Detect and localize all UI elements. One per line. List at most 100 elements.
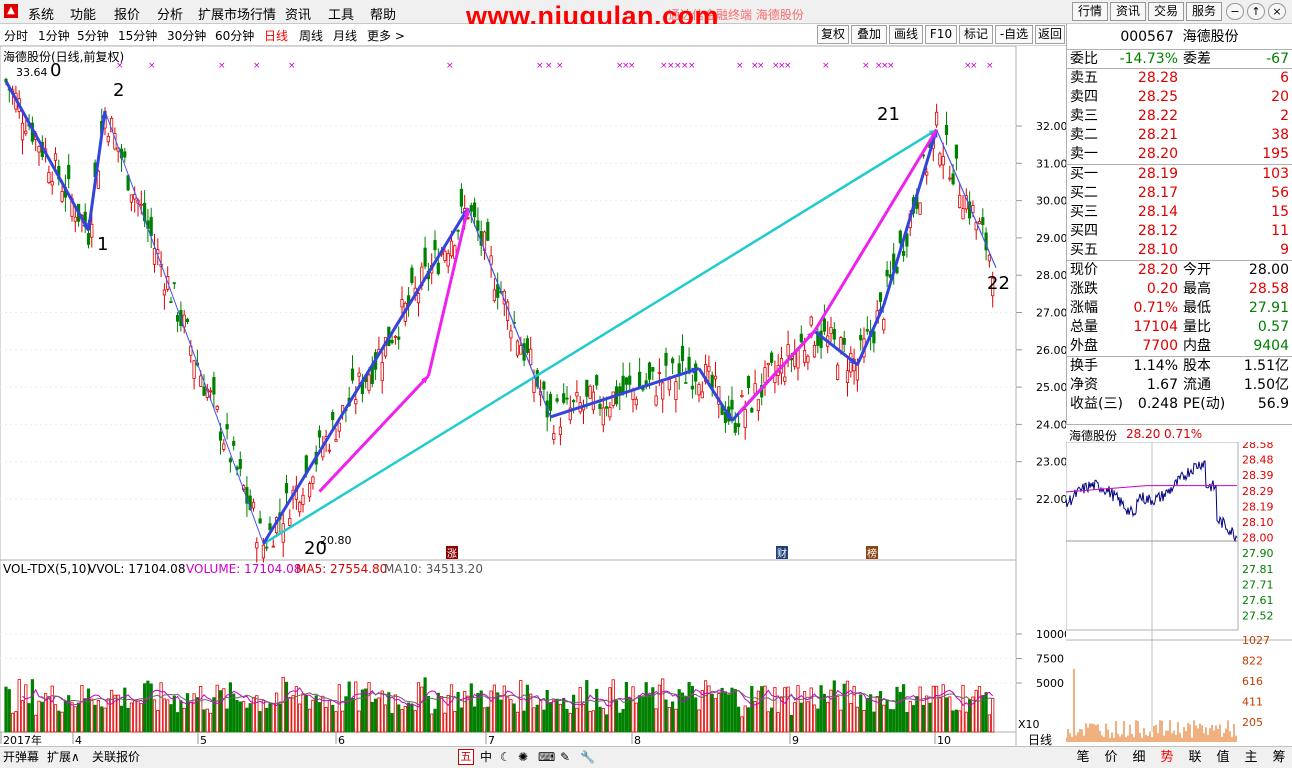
volume-bar [152,699,157,733]
service-button[interactable]: 服务 [1186,2,1222,21]
candle-body [123,151,127,158]
pen-icon[interactable]: ✎ [560,749,570,766]
tab-0[interactable]: 笔 [1070,749,1096,767]
candle-body [859,335,863,341]
related-quote-button[interactable]: 关联报价 [92,749,140,766]
menu-system[interactable]: 系统 [28,4,54,23]
date-axis-label: 10 [937,734,951,746]
volume-bar [720,687,724,733]
market-button[interactable]: 行情 [1072,2,1108,21]
period-5min[interactable]: 5分钟 [77,27,109,44]
volume-bar [30,679,35,733]
period-1min[interactable]: 1分钟 [38,27,70,44]
f10-button[interactable]: F10 [925,25,957,44]
volume-bar [535,704,539,733]
volume-bar [855,706,860,733]
candle-body [199,375,203,387]
tab-7[interactable]: 筹 [1266,749,1292,767]
volume-bar [347,681,351,733]
mark-button[interactable]: 标记 [959,25,993,44]
intraday-mini-chart[interactable]: 28.58 28.48 28.39 28.29 28.19 28.10 28.00 27.90… [1066,442,1292,744]
volume-bar [717,693,721,733]
volume-bar [631,686,635,733]
menu-info[interactable]: 资讯 [285,4,311,23]
candle-body [172,282,176,285]
candle-body [611,391,615,406]
tab-3[interactable]: 势 [1154,749,1180,767]
tab-5[interactable]: 值 [1210,749,1236,767]
volume-bar [430,713,434,733]
overlay-button[interactable]: 叠加 [851,25,887,44]
candle-body [770,352,774,363]
volume-bar [311,699,315,733]
volume-bar [50,685,54,733]
app-logo-icon[interactable]: ▲ [4,4,18,18]
candle-body [588,385,592,399]
volume-bar [199,685,203,733]
restore-icon[interactable]: ↑ [1247,3,1265,20]
zhong-icon[interactable]: 中 [480,749,492,766]
adjust-button[interactable]: 复权 [817,25,849,44]
period-30min[interactable]: 30分钟 [167,27,206,44]
menu-quote[interactable]: 报价 [114,4,140,23]
trade-button[interactable]: 交易 [1148,2,1184,21]
kline-chart[interactable]: 32.00 31.00 30.00 29.00 28.00 27.00 26.00 25.00… [0,46,1066,746]
period-daily[interactable]: 日线 [264,27,288,44]
volume-bar [944,697,949,733]
wave-arrow [856,304,886,366]
event-marker: × [736,61,744,71]
tab-1[interactable]: 价 [1098,749,1124,767]
moon-icon[interactable]: ☾ [500,749,511,766]
volume-bar [100,706,104,733]
volume-bar [291,695,295,733]
volume-bar [822,693,827,733]
candle-body [684,382,688,384]
menu-tools[interactable]: 工具 [328,4,354,23]
tab-4[interactable]: 联 [1182,749,1208,767]
remove-watchlist-button[interactable]: -自选 [995,25,1033,44]
draw-line-button[interactable]: 画线 [889,25,923,44]
period-15min[interactable]: 15分钟 [118,27,157,44]
menu-analysis[interactable]: 分析 [157,4,183,23]
five-icon[interactable]: 五 [458,749,474,765]
back-button[interactable]: 返回 [1035,25,1065,44]
menu-function[interactable]: 功能 [70,4,96,23]
ask-row-label: 卖四 [1070,89,1098,105]
info-button[interactable]: 资讯 [1110,2,1146,21]
menu-help[interactable]: 帮助 [370,4,396,23]
volume-bar [704,680,708,733]
swirl-icon[interactable]: ✺ [518,749,528,766]
period-tick[interactable]: 分时 [4,27,28,44]
minimize-icon[interactable]: − [1226,3,1244,20]
period-monthly[interactable]: 月线 [333,27,357,44]
period-60min[interactable]: 60分钟 [215,27,254,44]
menu-extended-market[interactable]: 扩展市场行情 [198,4,276,23]
period-more[interactable]: 更多 > [367,27,405,44]
close-icon[interactable]: × [1268,3,1286,20]
volume-bar [14,711,18,733]
date-axis-label: 9 [792,734,799,746]
expand-button[interactable]: 扩展∧ [47,749,80,766]
candle-body [202,386,206,396]
volume-bar [90,698,94,733]
volume-bar [235,699,239,733]
tab-6[interactable]: 主 [1238,749,1264,767]
bid-row-value2: 9 [1280,242,1289,258]
mini-price-label: 28.58 [1242,442,1274,451]
candle-body [469,205,473,212]
price-axis-label: 32.00 [1036,120,1066,133]
period-weekly[interactable]: 周线 [299,27,323,44]
volume-bar [895,686,899,733]
candle-body [548,393,553,411]
toggle-danmaku-button[interactable]: 开弹幕 [3,749,39,766]
volume-bar [750,685,754,733]
volume-axis-label: 10000 [1036,628,1066,641]
volume-bar [383,704,388,733]
candle-body [667,379,671,391]
keyboard-icon[interactable]: ⌨ [538,749,555,766]
volume-bar [7,689,11,733]
tab-2[interactable]: 细 [1126,749,1152,767]
stats-block-2: 换手 1.14% 股本 1.51亿 净资 1.67 流通 1.50亿 收益(三) 0.248 PE(… [1067,357,1292,414]
ask-row-value2: 2 [1280,108,1289,124]
wrench-icon[interactable]: 🔧 [580,749,595,766]
